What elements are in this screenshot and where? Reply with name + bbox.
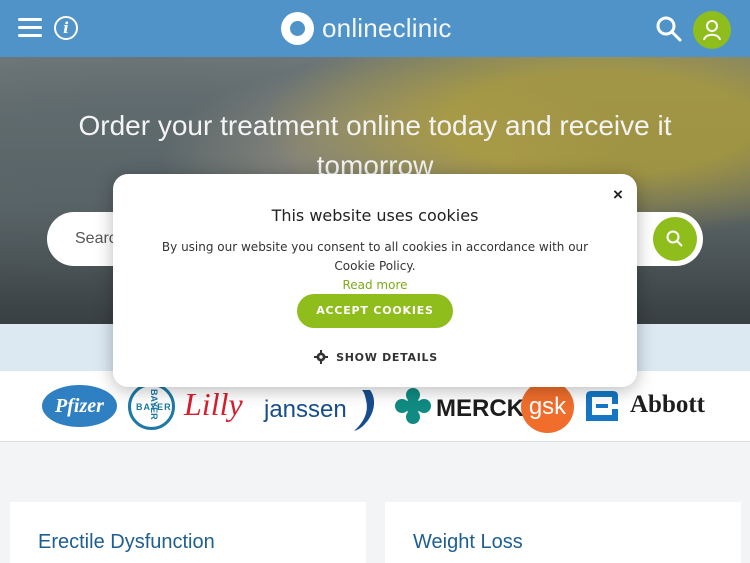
abbott-mark-icon — [586, 391, 618, 421]
search-icon — [666, 230, 683, 247]
brand-logo-abbott: Abbott — [582, 389, 712, 425]
site-header: i onlineclinic — [0, 0, 750, 57]
account-button[interactable] — [693, 11, 731, 49]
brand-logo-merck: MERCK — [394, 387, 524, 427]
category-card-erectile-dysfunction[interactable]: Erectile Dysfunction — [10, 502, 366, 563]
bayer-logo-vertical-text: BAYER — [149, 389, 159, 420]
cookie-modal-message: By using our website you consent to all … — [141, 238, 609, 295]
merck-mark-icon — [395, 388, 431, 424]
show-details-label: SHOW DETAILS — [336, 350, 438, 364]
logo-mark-icon — [281, 12, 314, 45]
cookie-consent-modal: × This website uses cookies By using our… — [113, 174, 637, 387]
user-icon — [703, 20, 721, 41]
logo-text: onlineclinic — [322, 13, 452, 43]
cookie-modal-title: This website uses cookies — [271, 206, 479, 225]
brand-logo-bayer: BAYER BAYER — [128, 383, 175, 430]
brand-logo-pfizer: Pfizer — [42, 385, 117, 427]
brand-logo-gsk: gsk — [521, 381, 574, 433]
janssen-mark-icon — [354, 390, 375, 431]
abbott-logo-text: Abbott — [630, 391, 706, 418]
brand-logo-lilly: Lilly — [184, 386, 243, 422]
brand-logo-janssen: janssen — [264, 396, 347, 423]
site-logo[interactable]: onlineclinic — [281, 12, 452, 45]
cookie-policy-message: By using our website you consent to all … — [161, 240, 589, 273]
info-icon[interactable]: i — [54, 16, 78, 40]
menu-icon[interactable] — [18, 18, 42, 38]
category-title: Weight Loss — [413, 531, 523, 553]
show-details-button[interactable]: SHOW DETAILS — [311, 347, 441, 367]
search-icon[interactable] — [656, 16, 682, 42]
category-card-weight-loss[interactable]: Weight Loss — [385, 502, 741, 563]
close-icon[interactable]: × — [607, 184, 629, 206]
read-more-link[interactable]: Read more — [342, 278, 407, 292]
merck-logo-text: MERCK — [436, 395, 524, 422]
gear-icon — [314, 350, 329, 364]
search-button[interactable] — [653, 217, 697, 261]
category-title: Erectile Dysfunction — [38, 531, 215, 553]
accept-cookies-button[interactable]: ACCEPT COOKIES — [297, 294, 453, 328]
